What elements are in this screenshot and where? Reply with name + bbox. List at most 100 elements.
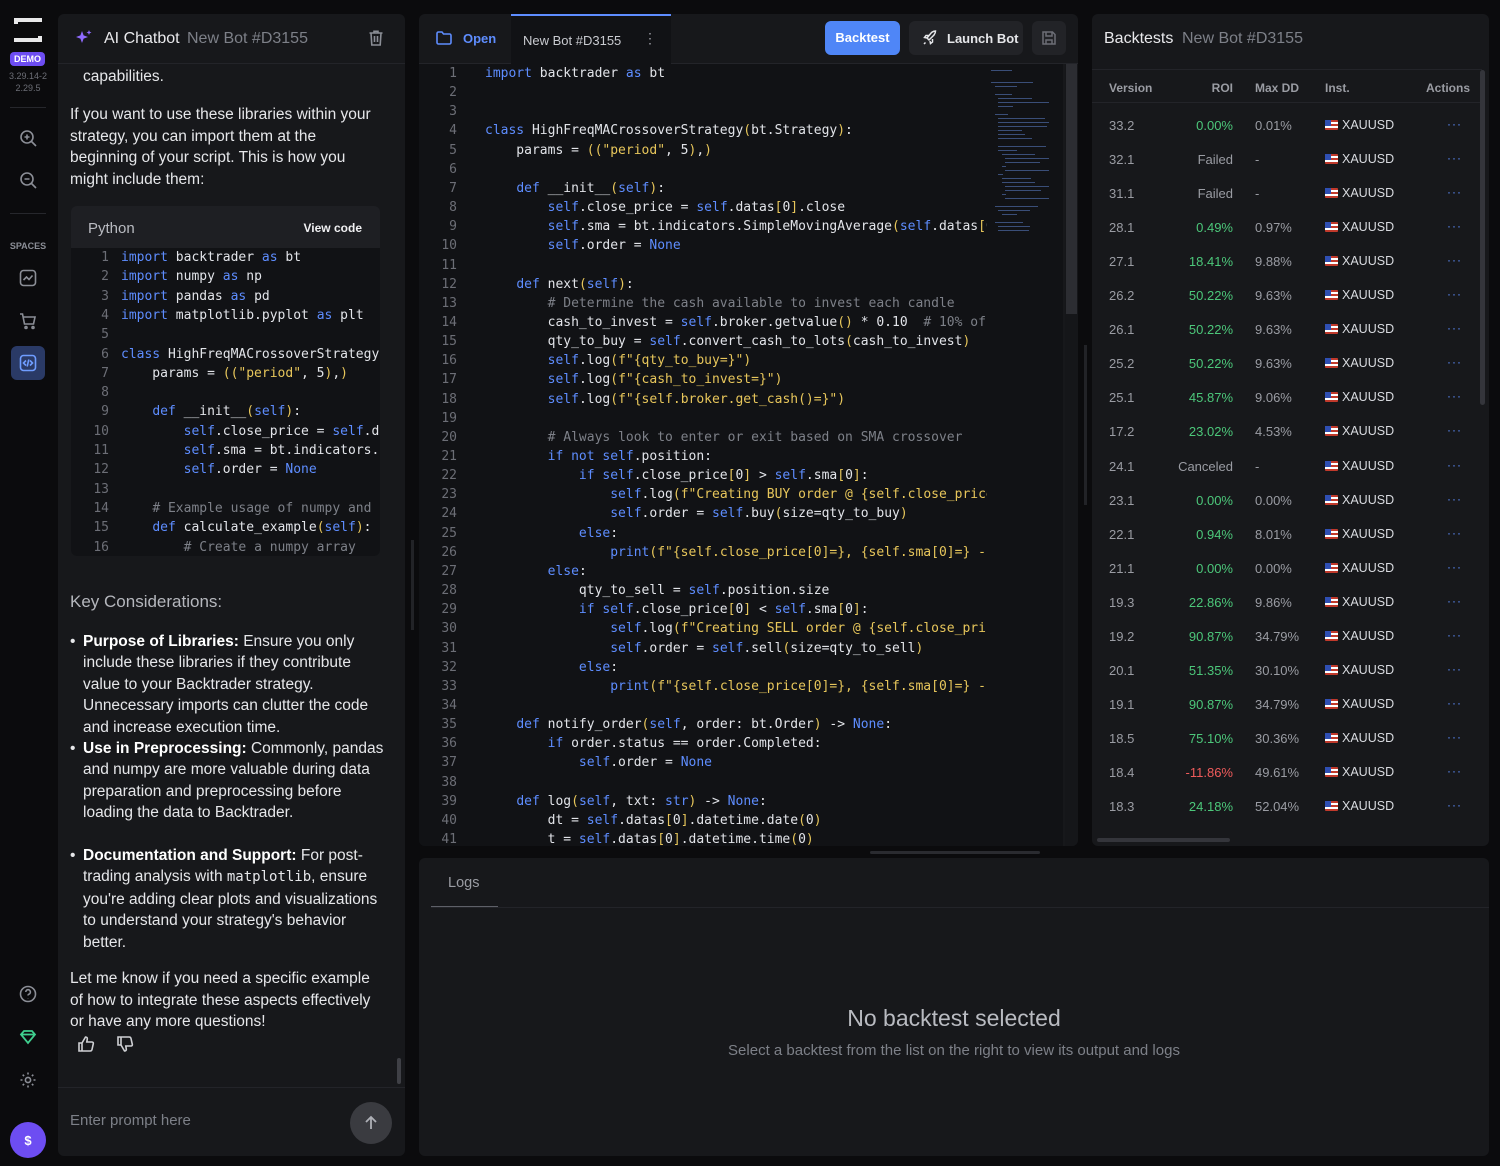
- prompt-input[interactable]: Enter prompt here: [70, 1112, 191, 1129]
- row-actions-button[interactable]: ···: [1447, 355, 1462, 369]
- code-minimap[interactable]: [987, 64, 1063, 846]
- minimap-line: [1001, 178, 1031, 179]
- table-row[interactable]: 24.1 Canceled - XAUUSD ···: [1092, 449, 1482, 483]
- table-row[interactable]: 31.1 Failed - XAUUSD ···: [1092, 176, 1482, 210]
- table-row[interactable]: 25.1 45.87% 9.06% XAUUSD ···: [1092, 380, 1482, 414]
- row-actions-button[interactable]: ···: [1447, 219, 1462, 233]
- file-tab[interactable]: New Bot #D3155 ⋮: [511, 14, 671, 64]
- row-actions-button[interactable]: ···: [1447, 117, 1462, 131]
- row-actions-button[interactable]: ···: [1447, 389, 1462, 403]
- chart-icon[interactable]: [16, 266, 40, 290]
- column-roi[interactable]: ROI: [1212, 81, 1233, 95]
- horizontal-resize-handle[interactable]: [870, 851, 1040, 854]
- row-actions-button[interactable]: ···: [1447, 423, 1462, 437]
- roi-cell: 0.00%: [1196, 118, 1233, 133]
- table-row[interactable]: 17.2 23.02% 4.53% XAUUSD ···: [1092, 414, 1482, 448]
- line-number: 7: [101, 365, 109, 381]
- more-options-icon[interactable]: ⋮: [643, 30, 657, 47]
- table-row[interactable]: 25.2 50.22% 9.63% XAUUSD ···: [1092, 346, 1482, 380]
- open-button[interactable]: Open: [435, 29, 496, 47]
- thumbs-up-icon[interactable]: [76, 1034, 98, 1056]
- help-icon[interactable]: [16, 982, 40, 1006]
- user-avatar[interactable]: $: [10, 1122, 46, 1158]
- table-row[interactable]: 21.1 0.00% 0.00% XAUUSD ···: [1092, 551, 1482, 585]
- diamond-icon[interactable]: [16, 1025, 40, 1049]
- row-actions-button[interactable]: ···: [1447, 798, 1462, 812]
- code-editor[interactable]: 1 2 3 4 5 6 7 8 9 10 11 12 13 14 15 16 17 18 19 20 21 22 23 24 2…: [419, 64, 987, 846]
- table-row[interactable]: 20.1 51.35% 30.10% XAUUSD ···: [1092, 653, 1482, 687]
- row-actions-button[interactable]: ···: [1447, 321, 1462, 335]
- row-actions-button[interactable]: ···: [1447, 185, 1462, 199]
- backtest-button[interactable]: Backtest: [825, 21, 900, 55]
- tab-logs[interactable]: Logs: [448, 875, 479, 891]
- backtests-hscrollbar[interactable]: [1097, 838, 1230, 842]
- thumbs-down-icon[interactable]: [115, 1034, 137, 1056]
- app-logo[interactable]: [14, 18, 42, 42]
- table-row[interactable]: 26.1 50.22% 9.63% XAUUSD ···: [1092, 312, 1482, 346]
- row-actions-button[interactable]: ···: [1447, 526, 1462, 540]
- panel-resize-handle[interactable]: [1084, 345, 1087, 505]
- table-row[interactable]: 19.2 90.87% 34.79% XAUUSD ···: [1092, 619, 1482, 653]
- table-row[interactable]: 19.3 22.86% 9.86% XAUUSD ···: [1092, 585, 1482, 619]
- line-number: 23: [441, 487, 457, 503]
- table-row[interactable]: 22.1 0.94% 8.01% XAUUSD ···: [1092, 517, 1482, 551]
- line-number: 8: [449, 200, 457, 216]
- line-number: 16: [441, 353, 457, 369]
- max-dd-cell: 0.01%: [1255, 118, 1292, 133]
- row-actions-button[interactable]: ···: [1447, 458, 1462, 472]
- column-instrument[interactable]: Inst.: [1325, 81, 1350, 95]
- cart-icon[interactable]: [16, 309, 40, 333]
- row-actions-button[interactable]: ···: [1447, 492, 1462, 506]
- launch-bot-button[interactable]: Launch Bot: [909, 21, 1023, 55]
- instrument-cell: XAUUSD: [1325, 186, 1394, 200]
- save-button[interactable]: [1032, 21, 1066, 55]
- row-actions-button[interactable]: ···: [1447, 628, 1462, 642]
- row-actions-button[interactable]: ···: [1447, 594, 1462, 608]
- view-code-button[interactable]: View code: [304, 221, 362, 235]
- column-actions: Actions: [1426, 81, 1471, 95]
- settings-icon[interactable]: [16, 1068, 40, 1092]
- zoom-out-icon[interactable]: [16, 168, 40, 192]
- row-actions-button[interactable]: ···: [1447, 696, 1462, 710]
- table-row[interactable]: 18.3 24.18% 52.04% XAUUSD ···: [1092, 789, 1482, 823]
- row-actions-button[interactable]: ···: [1447, 287, 1462, 301]
- max-dd-cell: -: [1255, 152, 1260, 168]
- row-actions-button[interactable]: ···: [1447, 253, 1462, 267]
- chat-scrollbar[interactable]: [397, 1058, 401, 1084]
- row-actions-button[interactable]: ···: [1447, 560, 1462, 574]
- backtests-scrollbar[interactable]: [1480, 70, 1485, 405]
- table-row[interactable]: 26.2 50.22% 9.63% XAUUSD ···: [1092, 278, 1482, 312]
- instrument-label: XAUUSD: [1342, 186, 1395, 201]
- editor-scrollbar-thumb[interactable]: [1066, 64, 1077, 314]
- code-editor-icon[interactable]: [11, 346, 45, 380]
- row-actions-button[interactable]: ···: [1447, 764, 1462, 778]
- row-actions-button[interactable]: ···: [1447, 730, 1462, 744]
- panel-resize-handle[interactable]: [411, 540, 414, 630]
- table-row[interactable]: 32.1 Failed - XAUUSD ···: [1092, 142, 1482, 176]
- zoom-in-icon[interactable]: [16, 126, 40, 150]
- instrument-cell: XAUUSD: [1325, 424, 1394, 438]
- table-row[interactable]: 27.1 18.41% 9.88% XAUUSD ···: [1092, 244, 1482, 278]
- trash-icon[interactable]: [366, 28, 386, 48]
- instrument-label: XAUUSD: [1342, 696, 1395, 711]
- roi-cell: 0.00%: [1196, 492, 1233, 508]
- editor-scrollbar[interactable]: [1065, 64, 1078, 846]
- table-row[interactable]: 23.1 0.00% 0.00% XAUUSD ···: [1092, 483, 1482, 517]
- table-row[interactable]: 33.2 0.00% 0.01% XAUUSD ···: [1092, 108, 1482, 142]
- code-line: self.order = None: [183, 462, 317, 478]
- row-actions-button[interactable]: ···: [1447, 151, 1462, 165]
- column-version[interactable]: Version: [1109, 81, 1152, 95]
- minimap-line: [1001, 214, 1018, 215]
- table-row[interactable]: 18.4 -11.86% 49.61% XAUUSD ···: [1092, 755, 1482, 789]
- version-cell: 18.5: [1109, 730, 1135, 746]
- row-actions-button[interactable]: ···: [1447, 662, 1462, 676]
- code-line: import backtrader as bt: [121, 250, 302, 265]
- table-row[interactable]: 18.5 75.10% 30.36% XAUUSD ···: [1092, 721, 1482, 755]
- roi-cell: 0.00%: [1196, 560, 1233, 576]
- column-max-dd[interactable]: Max DD: [1255, 81, 1299, 95]
- roi-cell: 0.94%: [1196, 526, 1233, 542]
- table-row[interactable]: 28.1 0.49% 0.97% XAUUSD ···: [1092, 210, 1482, 244]
- send-button[interactable]: [350, 1102, 392, 1144]
- code-line: if order.status == order.Completed:: [547, 736, 822, 752]
- table-row[interactable]: 19.1 90.87% 34.79% XAUUSD ···: [1092, 687, 1482, 721]
